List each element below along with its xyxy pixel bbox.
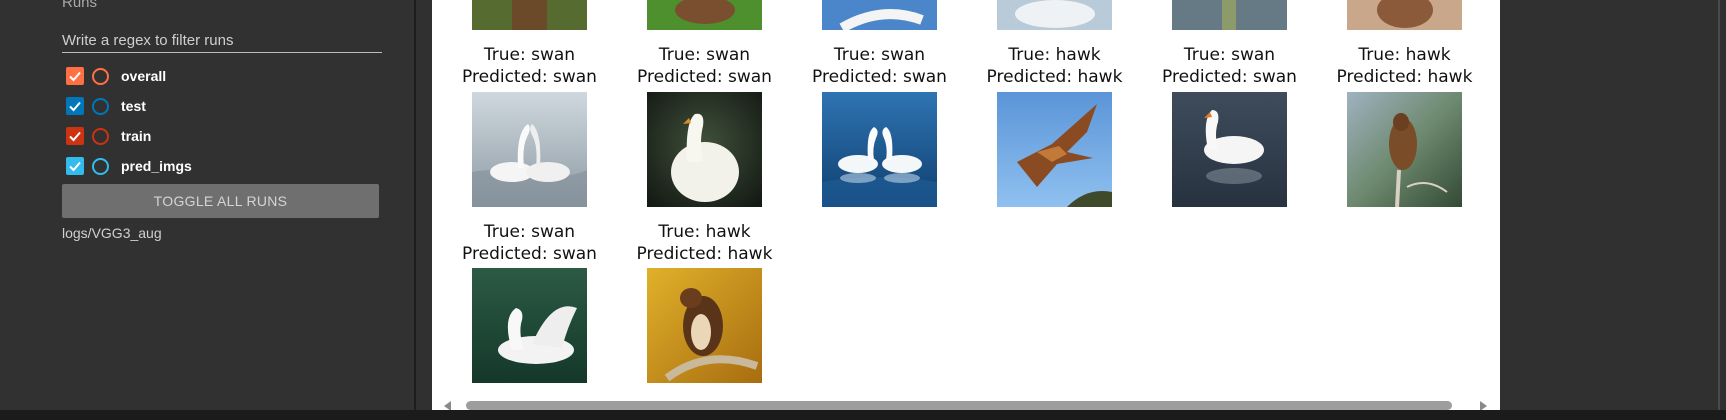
prediction-caption: True: swan Predicted: swan <box>1162 45 1297 87</box>
bird-thumbnail-partial <box>1172 0 1287 30</box>
checkbox-checked-icon[interactable] <box>66 157 84 175</box>
swan-thumbnail <box>647 92 762 207</box>
swan-thumbnail <box>472 268 587 383</box>
main-right-border <box>1718 0 1720 410</box>
run-item-test[interactable]: test <box>66 95 146 117</box>
run-color-circle-icon[interactable] <box>92 67 109 85</box>
runs-title: Runs <box>62 0 98 11</box>
run-label: train <box>121 128 152 144</box>
regex-filter-input[interactable] <box>62 28 382 53</box>
swan-thumbnail <box>472 92 587 207</box>
runs-sidebar: Runs overall test train pred_imgs TOGGLE… <box>0 0 415 410</box>
run-item-pred-imgs[interactable]: pred_imgs <box>66 155 192 177</box>
prediction-caption: True: swan Predicted: swan <box>462 222 597 264</box>
run-label: test <box>121 98 146 114</box>
bird-thumbnail-partial <box>997 0 1112 30</box>
prediction-caption: True: swan Predicted: swan <box>462 45 597 87</box>
prediction-caption: True: hawk Predicted: hawk <box>636 222 773 264</box>
run-label: pred_imgs <box>121 158 192 174</box>
toggle-all-runs-button[interactable]: TOGGLE ALL RUNS <box>62 184 379 218</box>
run-label: overall <box>121 68 167 84</box>
swan-thumbnail <box>1172 92 1287 207</box>
bird-thumbnail-partial <box>472 0 587 30</box>
run-item-train[interactable]: train <box>66 125 151 147</box>
horizontal-scrollbar-thumb[interactable] <box>466 401 1452 410</box>
hawk-thumbnail <box>647 268 762 383</box>
checkbox-checked-icon[interactable] <box>66 97 84 115</box>
run-color-circle-icon[interactable] <box>92 97 109 115</box>
prediction-caption: True: swan Predicted: swan <box>812 45 947 87</box>
checkbox-checked-icon[interactable] <box>66 67 84 85</box>
bottom-edge-strip <box>0 410 1726 420</box>
run-color-circle-icon[interactable] <box>92 127 109 145</box>
log-directory-path: logs/VGG3_aug <box>62 225 162 241</box>
prediction-caption: True: hawk Predicted: hawk <box>1336 45 1473 87</box>
checkbox-checked-icon[interactable] <box>66 127 84 145</box>
bird-thumbnail-partial <box>1347 0 1462 30</box>
prediction-caption: True: swan Predicted: swan <box>637 45 772 87</box>
image-card: True: swan Predicted: swan True: swan Pred… <box>432 0 1500 410</box>
prediction-caption: True: hawk Predicted: hawk <box>986 45 1123 87</box>
hawk-thumbnail <box>997 92 1112 207</box>
run-item-overall[interactable]: overall <box>66 65 166 87</box>
hawk-thumbnail <box>1347 92 1462 207</box>
swan-thumbnail <box>822 92 937 207</box>
bird-thumbnail-partial <box>822 0 937 30</box>
run-color-circle-icon[interactable] <box>92 157 109 175</box>
bird-thumbnail-partial <box>647 0 762 30</box>
